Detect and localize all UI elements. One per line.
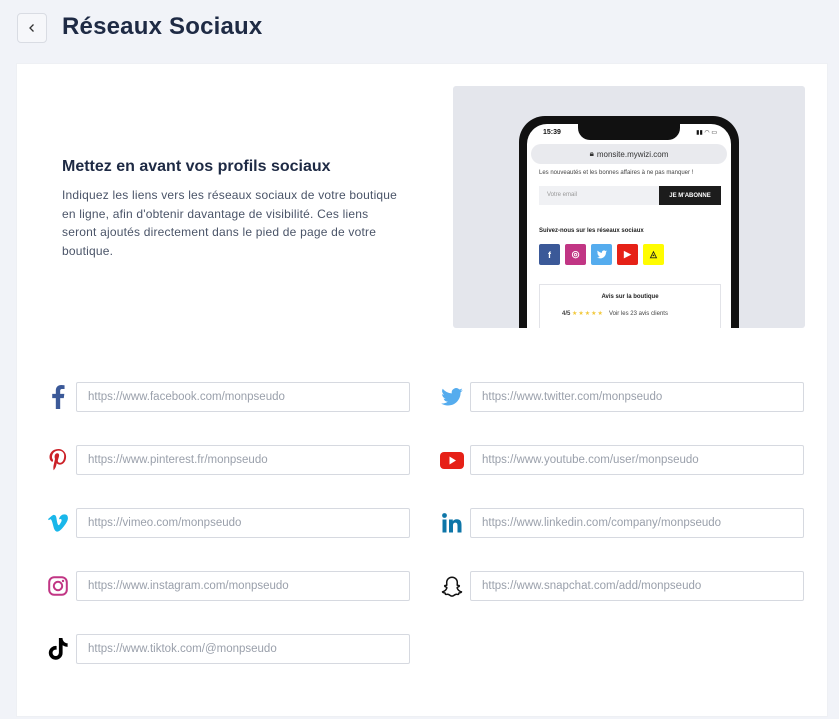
facebook-icon — [46, 385, 70, 409]
reviews-summary: 4/5 ★★★★★ Voir les 23 avis clients — [562, 310, 668, 317]
newsletter-email: Votre email — [539, 186, 659, 205]
twitter-url-input[interactable] — [470, 382, 804, 412]
page-header: Réseaux Sociaux — [0, 0, 839, 64]
mini-facebook-icon: f — [539, 244, 560, 265]
mini-youtube-icon: ▶ — [617, 244, 638, 265]
phone-notch — [578, 124, 680, 140]
social-settings-card: Mettez en avant vos profils sociaux Indi… — [17, 64, 827, 716]
reviews-widget: Avis sur la boutique 4/5 ★★★★★ Voir les … — [539, 284, 721, 328]
vimeo-icon — [46, 511, 70, 535]
pinterest-url-input[interactable] — [76, 445, 410, 475]
newsletter-text: Les nouveautés et les bonnes affaires à … — [539, 170, 694, 176]
tiktok-icon — [46, 637, 70, 661]
mini-instagram-icon: ◎ — [565, 244, 586, 265]
url-text: monsite.mywizi.com — [596, 149, 669, 159]
rating-value: 4/5 — [562, 311, 571, 317]
reviews-link: Voir les 23 avis clients — [608, 311, 668, 317]
snapchat-icon — [440, 574, 464, 598]
intro-section: Mettez en avant vos profils sociaux Indi… — [62, 158, 402, 260]
rating-stars: ★★★★★ — [572, 311, 604, 317]
url-bar: 🔒︎ monsite.mywizi.com — [531, 144, 727, 164]
instagram-url-input[interactable] — [76, 571, 410, 601]
lock-icon: 🔒︎ — [589, 149, 594, 158]
phone-mockup: 15:39 ▮▮ ◠ ▭ 🔒︎ monsite.mywizi.com Les n… — [519, 116, 739, 328]
linkedin-icon — [440, 511, 464, 535]
mini-social-icons: f ◎ ▶ ◬ — [539, 244, 664, 265]
intro-heading: Mettez en avant vos profils sociaux — [62, 158, 331, 175]
status-icons: ▮▮ ◠ ▭ — [696, 130, 717, 136]
mini-snapchat-icon: ◬ — [643, 244, 664, 265]
intro-text: Indiquez les liens vers les réseaux soci… — [62, 188, 398, 258]
chevron-left-icon — [29, 24, 34, 32]
tiktok-url-input[interactable] — [76, 634, 410, 664]
phone-screen: 15:39 ▮▮ ◠ ▭ 🔒︎ monsite.mywizi.com Les n… — [527, 124, 731, 328]
newsletter-button: JE M'ABONNE — [659, 186, 721, 205]
mini-twitter-icon — [591, 244, 612, 265]
snapchat-url-input[interactable] — [470, 571, 804, 601]
page-title: Réseaux Sociaux — [62, 13, 263, 40]
twitter-icon — [440, 385, 464, 409]
linkedin-url-input[interactable] — [470, 508, 804, 538]
follow-heading: Suivez-nous sur les réseaux sociaux — [539, 228, 644, 234]
vimeo-url-input[interactable] — [76, 508, 410, 538]
newsletter-form: Votre email JE M'ABONNE — [539, 186, 721, 205]
reviews-title: Avis sur la boutique — [601, 294, 659, 300]
instagram-icon — [46, 574, 70, 598]
facebook-url-input[interactable] — [76, 382, 410, 412]
pinterest-icon — [46, 448, 70, 472]
back-button[interactable] — [17, 13, 47, 43]
youtube-url-input[interactable] — [470, 445, 804, 475]
footer-preview-image: 15:39 ▮▮ ◠ ▭ 🔒︎ monsite.mywizi.com Les n… — [453, 86, 805, 328]
status-time: 15:39 — [543, 129, 561, 136]
youtube-icon — [440, 448, 464, 472]
